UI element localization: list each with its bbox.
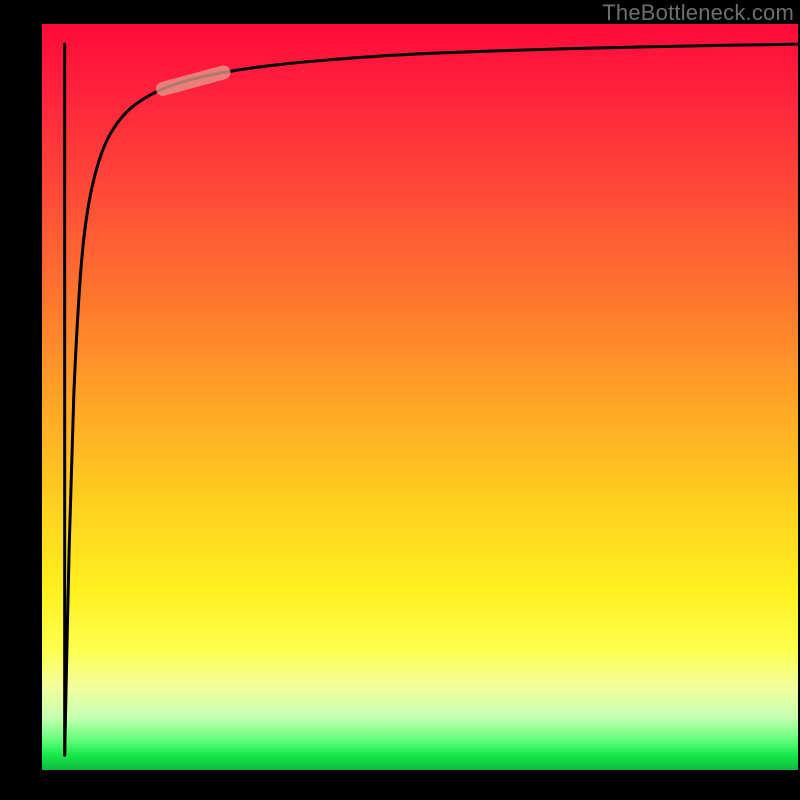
watermark-text: TheBottleneck.com [602,0,794,26]
bottleneck-curve [65,44,798,755]
plot-area [42,24,798,770]
highlight-segment [163,72,223,88]
curve-layer [42,24,798,770]
chart-frame: TheBottleneck.com [0,0,800,800]
